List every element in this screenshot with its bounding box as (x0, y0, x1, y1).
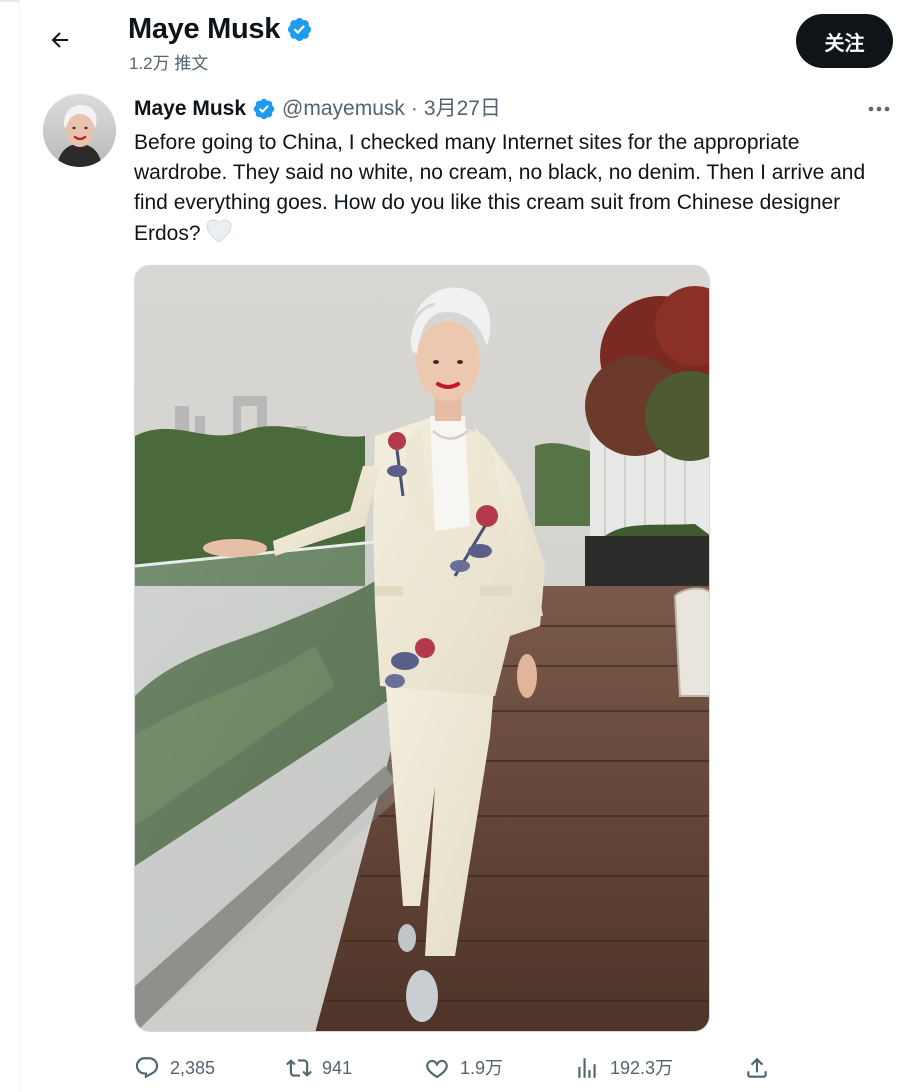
white-heart-icon (205, 218, 233, 253)
reply-button[interactable]: 2,385 (134, 1050, 215, 1086)
post-count: 1.2万 推文 (129, 54, 209, 73)
tweet-handle[interactable]: @mayemusk (282, 95, 405, 123)
reply-icon (135, 1057, 159, 1079)
page-header: Maye Musk 1.2万 推文 关注 (20, 0, 912, 86)
page-title: Maye Musk (128, 13, 281, 45)
views-chart-icon (578, 1058, 596, 1078)
separator-dot: · (410, 97, 418, 120)
avatar[interactable] (43, 94, 116, 167)
tweet-text: Before going to China, I checked many In… (134, 128, 874, 253)
tweet-author-name[interactable]: Maye Musk (134, 95, 246, 123)
reply-count: 2,385 (170, 1058, 216, 1078)
arrow-left-icon (51, 32, 68, 48)
like-count: 1.9万 (460, 1058, 504, 1078)
avatar-image (43, 94, 116, 167)
retweet-count: 941 (322, 1058, 353, 1078)
header-title-row: Maye Musk (128, 10, 313, 48)
views-button[interactable]: 192.3万 (574, 1050, 673, 1086)
share-button[interactable] (744, 1050, 770, 1086)
heart-icon (426, 1059, 448, 1079)
tweet-date[interactable]: 3月27日 (424, 95, 501, 123)
tweet-actions: 2,385 941 1.9万 192.3万 (134, 1050, 784, 1086)
like-button[interactable]: 1.9万 (424, 1050, 503, 1086)
retweet-icon (286, 1059, 312, 1077)
share-icon (747, 1057, 767, 1078)
follow-button[interactable]: 关注 (796, 14, 893, 68)
retweet-button[interactable]: 941 (286, 1050, 352, 1086)
tweet-header: Maye Musk @mayemusk · 3月27日 (134, 95, 501, 123)
verified-badge-icon (253, 98, 275, 120)
back-button[interactable] (42, 22, 78, 58)
verified-badge-icon (288, 17, 312, 41)
column-divider (19, 0, 20, 1092)
more-horizontal-icon (868, 106, 890, 112)
tweet-photo[interactable] (134, 265, 710, 1032)
tweet-body: Before going to China, I checked many In… (134, 131, 866, 245)
views-count: 192.3万 (610, 1058, 674, 1078)
more-button[interactable] (864, 97, 894, 121)
photo-illustration (135, 266, 709, 1031)
